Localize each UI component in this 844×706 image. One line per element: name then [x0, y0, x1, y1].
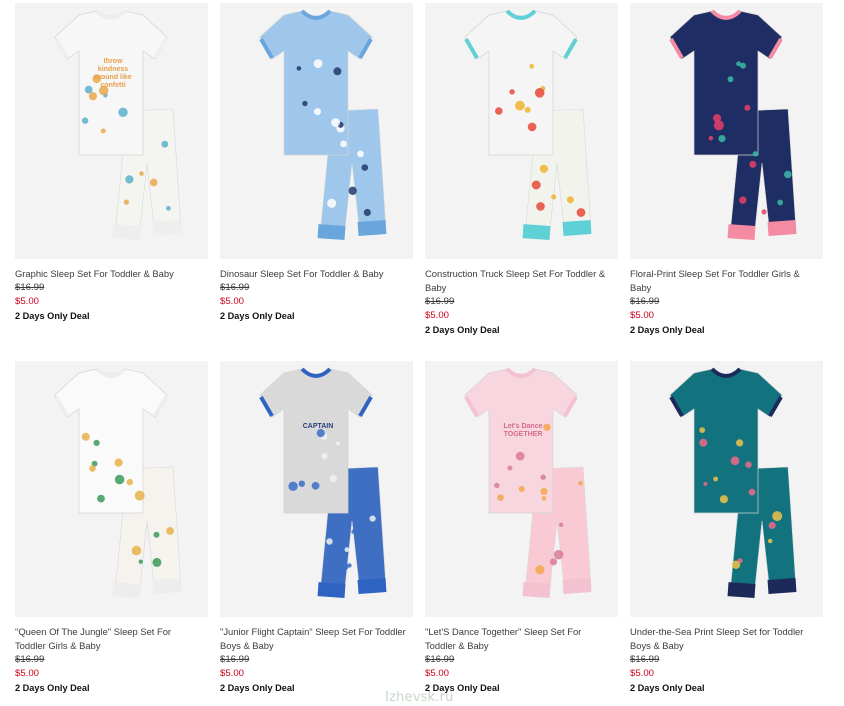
- product-grid: throw kindness around like confetti Graphic …: [0, 0, 844, 706]
- product-image: [15, 3, 208, 259]
- sale-price: $5.00: [220, 296, 245, 307]
- shirt-print-text: CAPTAIN: [286, 423, 350, 431]
- product-image: [220, 361, 413, 617]
- product-card[interactable]: Let's Dance TOGETHER "Let'S Dance Together…: [425, 361, 618, 695]
- deal-badge: 2 Days Only Deal: [425, 683, 500, 693]
- product-image-link[interactable]: [630, 3, 823, 259]
- product-image-link[interactable]: [630, 361, 823, 617]
- shirt-print-line: confetti: [100, 82, 126, 89]
- product-card[interactable]: Construction Truck Sleep Set For Toddler…: [425, 3, 618, 337]
- deal-badge: 2 Days Only Deal: [425, 325, 500, 335]
- original-price: $16.99: [15, 282, 45, 293]
- shirt-print-line: kindness: [97, 66, 129, 73]
- sale-price: $5.00: [630, 668, 655, 679]
- product-card[interactable]: "Queen Of The Jungle" Sleep Set For Todd…: [15, 361, 208, 695]
- shirt-print-line: throw: [103, 58, 123, 65]
- product-title[interactable]: "Junior Flight Captain" Sleep Set For To…: [220, 625, 413, 653]
- original-price: $16.99: [630, 296, 660, 307]
- product-image-link[interactable]: Let's Dance TOGETHER: [425, 361, 618, 617]
- product-image: [220, 3, 413, 259]
- product-card[interactable]: Floral-Print Sleep Set For Toddler Girls…: [630, 3, 823, 337]
- product-image: [630, 361, 823, 617]
- product-image: [15, 361, 208, 617]
- product-card[interactable]: CAPTAIN "Junior Flight Captain" Sleep Set…: [220, 361, 413, 695]
- sale-price: $5.00: [425, 668, 450, 679]
- shirt-print-line: TOGETHER: [503, 431, 543, 438]
- product-image: [630, 3, 823, 259]
- product-card[interactable]: Under-the-Sea Print Sleep Set for Toddle…: [630, 361, 823, 695]
- deal-badge: 2 Days Only Deal: [15, 311, 90, 321]
- product-image-link[interactable]: [15, 361, 208, 617]
- original-price: $16.99: [220, 654, 250, 665]
- shirt-print-text: throw kindness around like confetti: [81, 58, 145, 90]
- product-image: [425, 3, 618, 259]
- product-title[interactable]: Graphic Sleep Set For Toddler & Baby: [15, 267, 208, 281]
- shirt-print-line: Let's Dance: [503, 423, 543, 430]
- sale-price: $5.00: [15, 668, 40, 679]
- watermark-text: Izhevsk.ru: [385, 690, 454, 705]
- sale-price: $5.00: [630, 310, 655, 321]
- shirt-print-line: CAPTAIN: [302, 423, 334, 430]
- deal-badge: 2 Days Only Deal: [220, 311, 295, 321]
- product-image-link[interactable]: CAPTAIN: [220, 361, 413, 617]
- shirt-print-line: around like: [94, 74, 132, 81]
- product-image-link[interactable]: [220, 3, 413, 259]
- deal-badge: 2 Days Only Deal: [630, 683, 705, 693]
- product-title[interactable]: "Queen Of The Jungle" Sleep Set For Todd…: [15, 625, 208, 653]
- product-title[interactable]: "Let'S Dance Together" Sleep Set For Tod…: [425, 625, 618, 653]
- product-image-link[interactable]: throw kindness around like confetti: [15, 3, 208, 259]
- product-card[interactable]: Dinosaur Sleep Set For Toddler & Baby $16…: [220, 3, 413, 323]
- product-card[interactable]: throw kindness around like confetti Graphic …: [15, 3, 208, 323]
- original-price: $16.99: [425, 296, 455, 307]
- product-title[interactable]: Dinosaur Sleep Set For Toddler & Baby: [220, 267, 413, 281]
- deal-badge: 2 Days Only Deal: [15, 683, 90, 693]
- product-title[interactable]: Construction Truck Sleep Set For Toddler…: [425, 267, 618, 295]
- product-title[interactable]: Under-the-Sea Print Sleep Set for Toddle…: [630, 625, 823, 653]
- shirt-print-text: Let's Dance TOGETHER: [491, 423, 555, 439]
- original-price: $16.99: [15, 654, 45, 665]
- product-image: [425, 361, 618, 617]
- sale-price: $5.00: [425, 310, 450, 321]
- product-image-link[interactable]: [425, 3, 618, 259]
- original-price: $16.99: [630, 654, 660, 665]
- original-price: $16.99: [220, 282, 250, 293]
- deal-badge: 2 Days Only Deal: [630, 325, 705, 335]
- sale-price: $5.00: [15, 296, 40, 307]
- sale-price: $5.00: [220, 668, 245, 679]
- original-price: $16.99: [425, 654, 455, 665]
- product-title[interactable]: Floral-Print Sleep Set For Toddler Girls…: [630, 267, 823, 295]
